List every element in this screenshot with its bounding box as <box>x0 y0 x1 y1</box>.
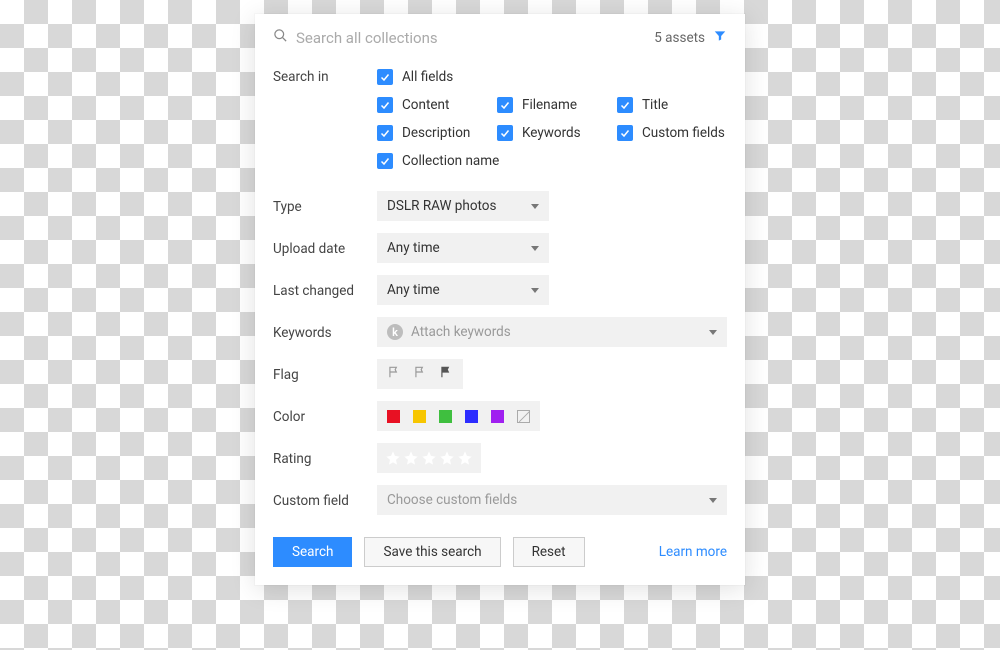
select-value: Any time <box>387 282 440 298</box>
save-search-button[interactable]: Save this search <box>364 537 500 567</box>
select-keywords[interactable]: k Attach keywords <box>377 317 727 347</box>
label-search-in: Search in <box>273 67 377 85</box>
flag-selector <box>377 359 463 389</box>
star-icon[interactable] <box>439 450 455 466</box>
flag-filled-icon[interactable] <box>439 365 453 383</box>
label-custom-field: Custom field <box>273 491 377 509</box>
star-icon[interactable] <box>403 450 419 466</box>
checkbox-label: Keywords <box>522 125 581 141</box>
chevron-down-icon <box>531 246 539 251</box>
checkbox-description[interactable]: Description <box>377 125 497 141</box>
row-keywords: Keywords k Attach keywords <box>273 311 727 353</box>
label-color: Color <box>273 407 377 425</box>
row-rating: Rating <box>273 437 727 479</box>
checkbox-filename[interactable]: Filename <box>497 97 617 113</box>
star-icon[interactable] <box>385 450 401 466</box>
star-icon[interactable] <box>457 450 473 466</box>
checkbox-all-fields[interactable]: All fields <box>377 69 453 85</box>
select-type[interactable]: DSLR RAW photos <box>377 191 549 221</box>
chevron-down-icon <box>709 498 717 503</box>
select-upload-date[interactable]: Any time <box>377 233 549 263</box>
chevron-down-icon <box>709 330 717 335</box>
color-swatch-none[interactable] <box>517 410 530 423</box>
select-value: Any time <box>387 240 440 256</box>
row-color: Color <box>273 395 727 437</box>
color-swatch-blue[interactable] <box>465 410 478 423</box>
row-upload-date: Upload date Any time <box>273 227 727 269</box>
checkbox-label: All fields <box>402 69 453 85</box>
checkbox-label: Title <box>642 97 668 113</box>
search-in-options: All fields Content Filename Title <box>377 67 737 169</box>
select-placeholder: Choose custom fields <box>387 492 517 508</box>
checkbox-keywords[interactable]: Keywords <box>497 125 617 141</box>
color-swatch-yellow[interactable] <box>413 410 426 423</box>
checkbox-label: Collection name <box>402 153 499 169</box>
search-button[interactable]: Search <box>273 537 352 567</box>
row-type: Type DSLR RAW photos <box>273 185 727 227</box>
asset-count: 5 assets <box>654 30 705 46</box>
chevron-down-icon <box>531 204 539 209</box>
search-bar: 5 assets <box>273 24 727 61</box>
learn-more-link[interactable]: Learn more <box>659 544 727 560</box>
flag-outline-icon[interactable] <box>387 365 401 383</box>
color-swatch-purple[interactable] <box>491 410 504 423</box>
label-flag: Flag <box>273 365 377 383</box>
filter-icon[interactable] <box>713 29 727 47</box>
label-upload-date: Upload date <box>273 239 377 257</box>
advanced-search-panel: 5 assets Search in All fields Content <box>255 14 745 585</box>
action-row: Search Save this search Reset Learn more <box>273 521 727 567</box>
checkbox-content[interactable]: Content <box>377 97 497 113</box>
label-last-changed: Last changed <box>273 281 377 299</box>
chevron-down-icon <box>531 288 539 293</box>
checkbox-collection-name[interactable]: Collection name <box>377 153 499 169</box>
search-input[interactable] <box>296 29 646 47</box>
select-last-changed[interactable]: Any time <box>377 275 549 305</box>
checkbox-label: Content <box>402 97 449 113</box>
checkbox-custom-fields[interactable]: Custom fields <box>617 125 737 141</box>
checkbox-label: Filename <box>522 97 577 113</box>
keyword-badge-icon: k <box>387 324 403 340</box>
checkbox-label: Custom fields <box>642 125 725 141</box>
star-icon[interactable] <box>421 450 437 466</box>
select-placeholder: Attach keywords <box>411 324 511 340</box>
checkbox-title[interactable]: Title <box>617 97 737 113</box>
color-selector <box>377 401 540 431</box>
checkbox-label: Description <box>402 125 470 141</box>
row-search-in: Search in All fields Content Filename <box>273 61 727 175</box>
color-swatch-red[interactable] <box>387 410 400 423</box>
row-custom-field: Custom field Choose custom fields <box>273 479 727 521</box>
label-type: Type <box>273 197 377 215</box>
row-flag: Flag <box>273 353 727 395</box>
reset-button[interactable]: Reset <box>513 537 585 567</box>
label-rating: Rating <box>273 449 377 467</box>
search-icon <box>273 28 288 47</box>
color-swatch-green[interactable] <box>439 410 452 423</box>
select-custom-field[interactable]: Choose custom fields <box>377 485 727 515</box>
flag-outline-icon[interactable] <box>413 365 427 383</box>
label-keywords: Keywords <box>273 323 377 341</box>
select-value: DSLR RAW photos <box>387 198 496 214</box>
rating-selector[interactable] <box>377 443 481 473</box>
row-last-changed: Last changed Any time <box>273 269 727 311</box>
